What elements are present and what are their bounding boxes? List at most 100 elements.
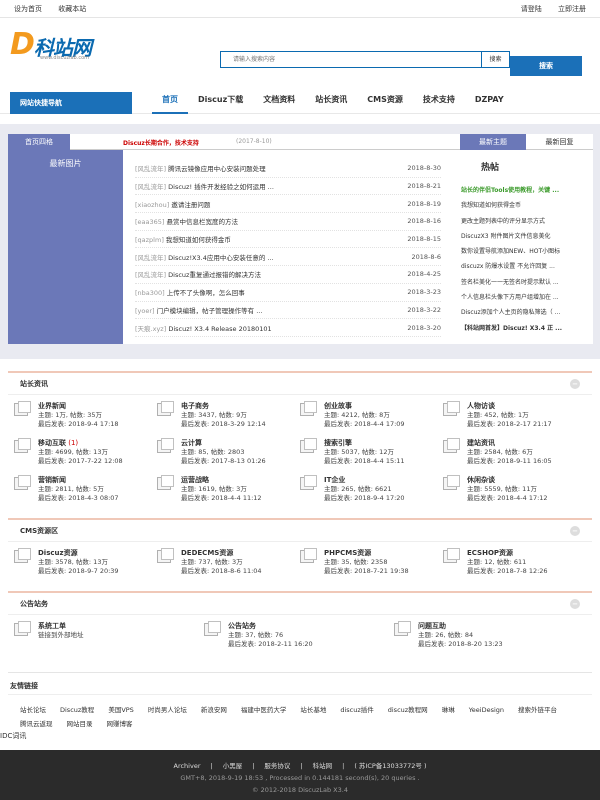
- hot-thread-item[interactable]: 更改主题列表中的评分显示方式: [461, 214, 585, 229]
- forum-name[interactable]: 人物访谈: [467, 401, 552, 411]
- forum-name-text[interactable]: 电子商务: [181, 402, 209, 410]
- forum-item[interactable]: 系统工单 链接到外部地址: [14, 615, 204, 658]
- forum-name[interactable]: 休闲杂谈: [467, 475, 548, 485]
- hot-thread-item[interactable]: 【科站网首发】Discuz! X3.4 正 ...: [461, 321, 585, 336]
- forum-item[interactable]: 问题互助 主题: 26, 帖数: 84 最后发表: 2018-8-20 13:23: [394, 615, 584, 658]
- forum-name[interactable]: 搜索引擎: [324, 438, 405, 448]
- forum-name-text[interactable]: 搜索引擎: [324, 439, 352, 447]
- friend-link[interactable]: 腾讯云返现: [20, 717, 53, 731]
- forum-name-text[interactable]: PHPCMS资源: [324, 549, 371, 557]
- notice-link[interactable]: Discuz长期合作，技术支持: [123, 138, 199, 147]
- friend-link[interactable]: discuz插件: [340, 703, 373, 717]
- forum-name-text[interactable]: IT企业: [324, 476, 345, 484]
- news-row[interactable]: [风乱流年] Discuz!X3.4应用中心安装任意的 ... 2018-8-6: [135, 248, 441, 267]
- forum-name[interactable]: 业界新闻: [38, 401, 119, 411]
- forum-name-text[interactable]: ECSHOP资源: [467, 549, 513, 557]
- friend-link[interactable]: 时尚男人论坛: [148, 703, 187, 717]
- forum-name[interactable]: 电子商务: [181, 401, 266, 411]
- search-button[interactable]: 搜索: [510, 56, 582, 76]
- friend-link[interactable]: 美国VPS: [108, 703, 134, 717]
- news-title[interactable]: 上传不了头像啊，怎么回事: [165, 289, 245, 297]
- news-row[interactable]: [天痕.xyz] Discuz! X3.4 Release 20180101 20…: [135, 319, 441, 337]
- footer-link[interactable]: ( 苏ICP备13033772号 ): [354, 762, 426, 770]
- news-title[interactable]: 门户模块编辑，帖子管理操作等有 ...: [155, 307, 263, 315]
- forum-name[interactable]: PHPCMS资源: [324, 548, 409, 558]
- forum-name-text[interactable]: 建站资讯: [467, 439, 495, 447]
- news-category[interactable]: [天痕.xyz]: [135, 325, 166, 333]
- forum-name[interactable]: 系统工单: [38, 621, 84, 631]
- friend-link[interactable]: 网赚博客: [107, 717, 133, 731]
- hot-thread-item[interactable]: 个人信息栏头像下方用户组增加在 ...: [461, 290, 585, 305]
- news-category[interactable]: [xiaozhou]: [135, 201, 169, 209]
- news-title[interactable]: 邀请注册问题: [169, 201, 210, 209]
- friend-link[interactable]: discuz教程网: [388, 703, 428, 717]
- news-title[interactable]: Discuz! X3.4 Release 20180101: [166, 325, 271, 333]
- news-title[interactable]: 腾讯云镜像应用中心安装问题处理: [166, 165, 266, 173]
- friend-link[interactable]: 新浪安网: [201, 703, 227, 717]
- news-title[interactable]: Discuz! 插件开发经验之如何运用 ...: [166, 183, 274, 191]
- news-row[interactable]: [yoer] 门户模块编辑，帖子管理操作等有 ... 2018-3-22: [135, 302, 441, 320]
- forum-name[interactable]: Discuz资源: [38, 548, 119, 558]
- forum-name-text[interactable]: 人物访谈: [467, 402, 495, 410]
- news-title[interactable]: Discuz!X3.4应用中心安装任意的 ...: [166, 254, 273, 262]
- forum-last-post[interactable]: 最后发表: 2018-8-20 13:23: [418, 640, 503, 649]
- forum-last-post[interactable]: 最后发表: 2018-9-7 20:39: [38, 567, 119, 576]
- forum-name-text[interactable]: 营销新闻: [38, 476, 66, 484]
- news-category[interactable]: [风乱流年]: [135, 254, 166, 262]
- forum-last-post[interactable]: 最后发表: 2017-7-22 12:08: [38, 457, 123, 466]
- news-category[interactable]: [qazplm]: [135, 236, 164, 244]
- news-title[interactable]: 悬赏中信息栏宽度的方法: [164, 218, 239, 226]
- forum-last-post[interactable]: 最后发表: 2018-4-4 17:12: [467, 494, 548, 503]
- forum-name[interactable]: 运营战略: [181, 475, 262, 485]
- forum-name[interactable]: 创业故事: [324, 401, 405, 411]
- news-category[interactable]: [yoer]: [135, 307, 155, 315]
- friend-link[interactable]: 福建中医药大学: [241, 703, 287, 717]
- forum-item[interactable]: 云计算 主题: 85, 帖数: 2803 最后发表: 2017-8-13 01:26: [157, 432, 300, 469]
- news-category[interactable]: [风乱流年]: [135, 271, 166, 279]
- nav-item[interactable]: 文档资料: [253, 88, 305, 114]
- search-input[interactable]: [220, 51, 482, 68]
- nav-item[interactable]: 首页: [152, 88, 188, 114]
- forum-last-post[interactable]: 最后发表: 2018-8-6 11:04: [181, 567, 262, 576]
- tab-new-replies[interactable]: 最新回复: [526, 134, 593, 150]
- friend-link[interactable]: 站长论坛: [20, 703, 46, 717]
- forum-name[interactable]: 问题互助: [418, 621, 503, 631]
- forum-last-post[interactable]: 最后发表: 2018-7-21 19:38: [324, 567, 409, 576]
- nav-item[interactable]: 技术支持: [413, 88, 465, 114]
- forum-item[interactable]: 休闲杂谈 主题: 5559, 帖数: 11万 最后发表: 2018-4-4 17:1…: [443, 469, 586, 506]
- forum-name-text[interactable]: 云计算: [181, 439, 202, 447]
- forum-item[interactable]: 营销新闻 主题: 2811, 帖数: 5万 最后发表: 2018-4-3 08:07: [14, 469, 157, 506]
- forum-name[interactable]: 建站资讯: [467, 438, 552, 448]
- forum-item[interactable]: 搜索引擎 主题: 5037, 帖数: 12万 最后发表: 2018-4-4 15:1…: [300, 432, 443, 469]
- news-row[interactable]: [nba300] 上传不了头像啊，怎么回事 2018-3-23: [135, 284, 441, 302]
- nav-item[interactable]: CMS资源: [357, 88, 413, 114]
- search-type-select[interactable]: 搜索: [482, 51, 510, 68]
- hot-thread-item[interactable]: DiscuzX3 附件图片文件信息美化: [461, 229, 585, 244]
- collapse-icon[interactable]: −: [570, 599, 580, 609]
- forum-item[interactable]: 建站资讯 主题: 2584, 帖数: 6万 最后发表: 2018-9-11 16:0…: [443, 432, 586, 469]
- news-row[interactable]: [eaa365] 悬赏中信息栏宽度的方法 2018-8-16: [135, 213, 441, 231]
- friend-link[interactable]: 搜索外链平台: [518, 703, 557, 717]
- forum-item[interactable]: 电子商务 主题: 3437, 帖数: 9万 最后发表: 2018-3-29 12:1…: [157, 395, 300, 432]
- tab-new-threads[interactable]: 最新主题: [460, 134, 526, 150]
- forum-last-post[interactable]: 最后发表: 2018-4-4 11:12: [181, 494, 262, 503]
- set-home-link[interactable]: 设为首页: [14, 5, 42, 13]
- news-category[interactable]: [风乱流年]: [135, 183, 166, 191]
- hot-thread-item[interactable]: 我想知道如何获得金币: [461, 198, 585, 213]
- news-row[interactable]: [风乱流年] 腾讯云镜像应用中心安装问题处理 2018-8-30: [135, 160, 441, 178]
- forum-last-post[interactable]: 最后发表: 2018-2-17 21:17: [467, 420, 552, 429]
- forum-last-post[interactable]: 最后发表: 2018-4-3 08:07: [38, 494, 119, 503]
- news-row[interactable]: [风乱流年] Discuz! 插件开发经验之如何运用 ... 2018-8-21: [135, 178, 441, 196]
- forum-last-post[interactable]: 最后发表: 2017-8-13 01:26: [181, 457, 266, 466]
- forum-name-text[interactable]: Discuz资源: [38, 549, 78, 557]
- forum-last-post[interactable]: 最后发表: 2018-4-4 15:11: [324, 457, 405, 466]
- nav-item[interactable]: Discuz下载: [188, 88, 253, 114]
- forum-name[interactable]: IT企业: [324, 475, 405, 485]
- news-row[interactable]: [风乱流年] Discuz重复通过报错的解决方法 2018-4-25: [135, 266, 441, 284]
- footer-link[interactable]: 小黑屋: [223, 762, 243, 770]
- footer-link[interactable]: Archiver: [174, 762, 201, 770]
- forum-last-post[interactable]: 最后发表: 2018-4-4 17:09: [324, 420, 405, 429]
- site-logo[interactable]: D 科站网 www.discuzlab.com: [10, 30, 125, 64]
- hot-thread-item[interactable]: 站长的伴侣Tools使用教程，关键 ...: [461, 183, 585, 198]
- collapse-icon[interactable]: −: [570, 526, 580, 536]
